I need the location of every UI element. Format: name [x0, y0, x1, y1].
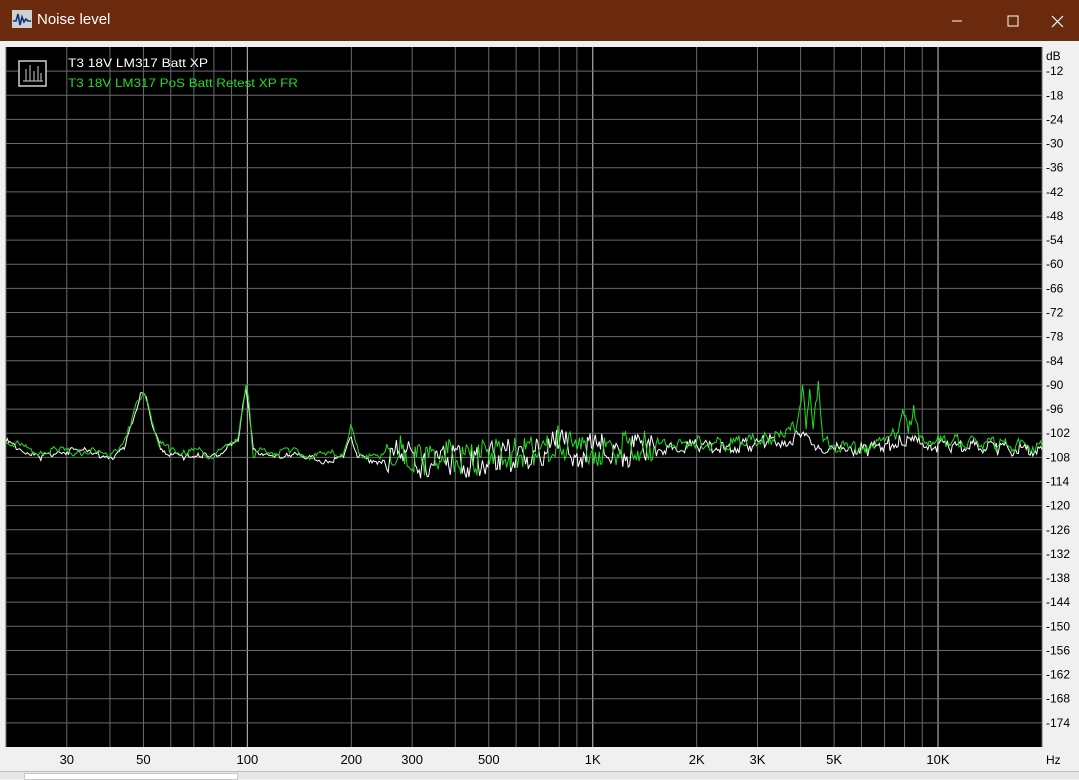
y-tick-label: -120 [1046, 499, 1070, 513]
x-tick-label: 500 [478, 752, 500, 767]
x-axis-label: Hz [1046, 753, 1061, 767]
close-icon [1051, 15, 1064, 27]
y-tick-label: -168 [1046, 692, 1070, 706]
scrollbar-thumb[interactable] [24, 773, 238, 780]
legend-entry: T3 18V LM317 Batt XP [68, 56, 208, 70]
y-tick-label: -60 [1046, 257, 1064, 271]
y-tick-label: -150 [1046, 619, 1070, 633]
close-button[interactable] [1050, 0, 1079, 41]
y-tick-label: -12 [1046, 64, 1064, 78]
x-tick-label: 1K [585, 752, 601, 767]
y-tick-label: -162 [1046, 668, 1070, 682]
x-tick-label: 3K [750, 752, 766, 767]
y-tick-label: -102 [1046, 426, 1070, 440]
x-tick-label: 200 [340, 752, 362, 767]
y-tick-label: -156 [1046, 643, 1070, 657]
y-tick-label: -66 [1046, 281, 1064, 295]
legend-entry: T3 18V LM317 PoS Batt Retest XP FR [68, 76, 298, 90]
y-tick-label: -96 [1046, 402, 1064, 416]
y-tick-label: -90 [1046, 378, 1064, 392]
minimize-button[interactable] [934, 0, 980, 41]
plot-area[interactable] [6, 47, 1042, 747]
x-tick-label: 30 [60, 752, 74, 767]
y-tick-label: -108 [1046, 450, 1070, 464]
y-tick-label: -132 [1046, 547, 1070, 561]
y-tick-label: -42 [1046, 185, 1064, 199]
waveform-icon [12, 10, 32, 28]
x-tick-label: 50 [136, 752, 150, 767]
y-tick-label: -54 [1046, 233, 1064, 247]
y-tick-label: -174 [1046, 716, 1070, 730]
maximize-button[interactable] [990, 0, 1036, 41]
y-tick-label: -84 [1046, 354, 1064, 368]
x-tick-labels: 30 50 100 200 300 500 1K 2K 3K 5K 10K [60, 752, 950, 767]
legend-icon-box [18, 60, 47, 87]
noise-level-chart: -12 -18 -24 -30 -36 -42 -48 -54 -60 -66 -72 -78 -84 -… [5, 47, 1070, 767]
window-title: Noise level [37, 11, 111, 28]
y-tick-label: -24 [1046, 112, 1064, 126]
y-tick-label: -48 [1046, 209, 1064, 223]
y-tick-labels: -12 -18 -24 -30 -36 -42 -48 -54 -60 -66 -72 -78 -84 -… [1046, 64, 1070, 730]
title-bar[interactable]: Noise level [0, 0, 1079, 41]
y-tick-label: -138 [1046, 571, 1070, 585]
y-tick-label: -144 [1046, 595, 1070, 609]
y-tick-label: -30 [1046, 137, 1064, 151]
y-tick-label: -78 [1046, 330, 1064, 344]
x-tick-label: 300 [401, 752, 423, 767]
x-tick-label: 2K [689, 752, 705, 767]
y-tick-label: -126 [1046, 523, 1070, 537]
y-axis-label: dB [1046, 49, 1061, 63]
y-tick-label: -72 [1046, 306, 1064, 320]
x-tick-label: 100 [237, 752, 259, 767]
y-tick-label: -36 [1046, 161, 1064, 175]
y-tick-label: -114 [1046, 475, 1069, 489]
maximize-icon [1007, 15, 1019, 26]
x-tick-label: 5K [826, 752, 842, 767]
minimize-icon [952, 20, 962, 21]
x-tick-label: 10K [926, 752, 949, 767]
y-tick-label: -18 [1046, 88, 1064, 102]
